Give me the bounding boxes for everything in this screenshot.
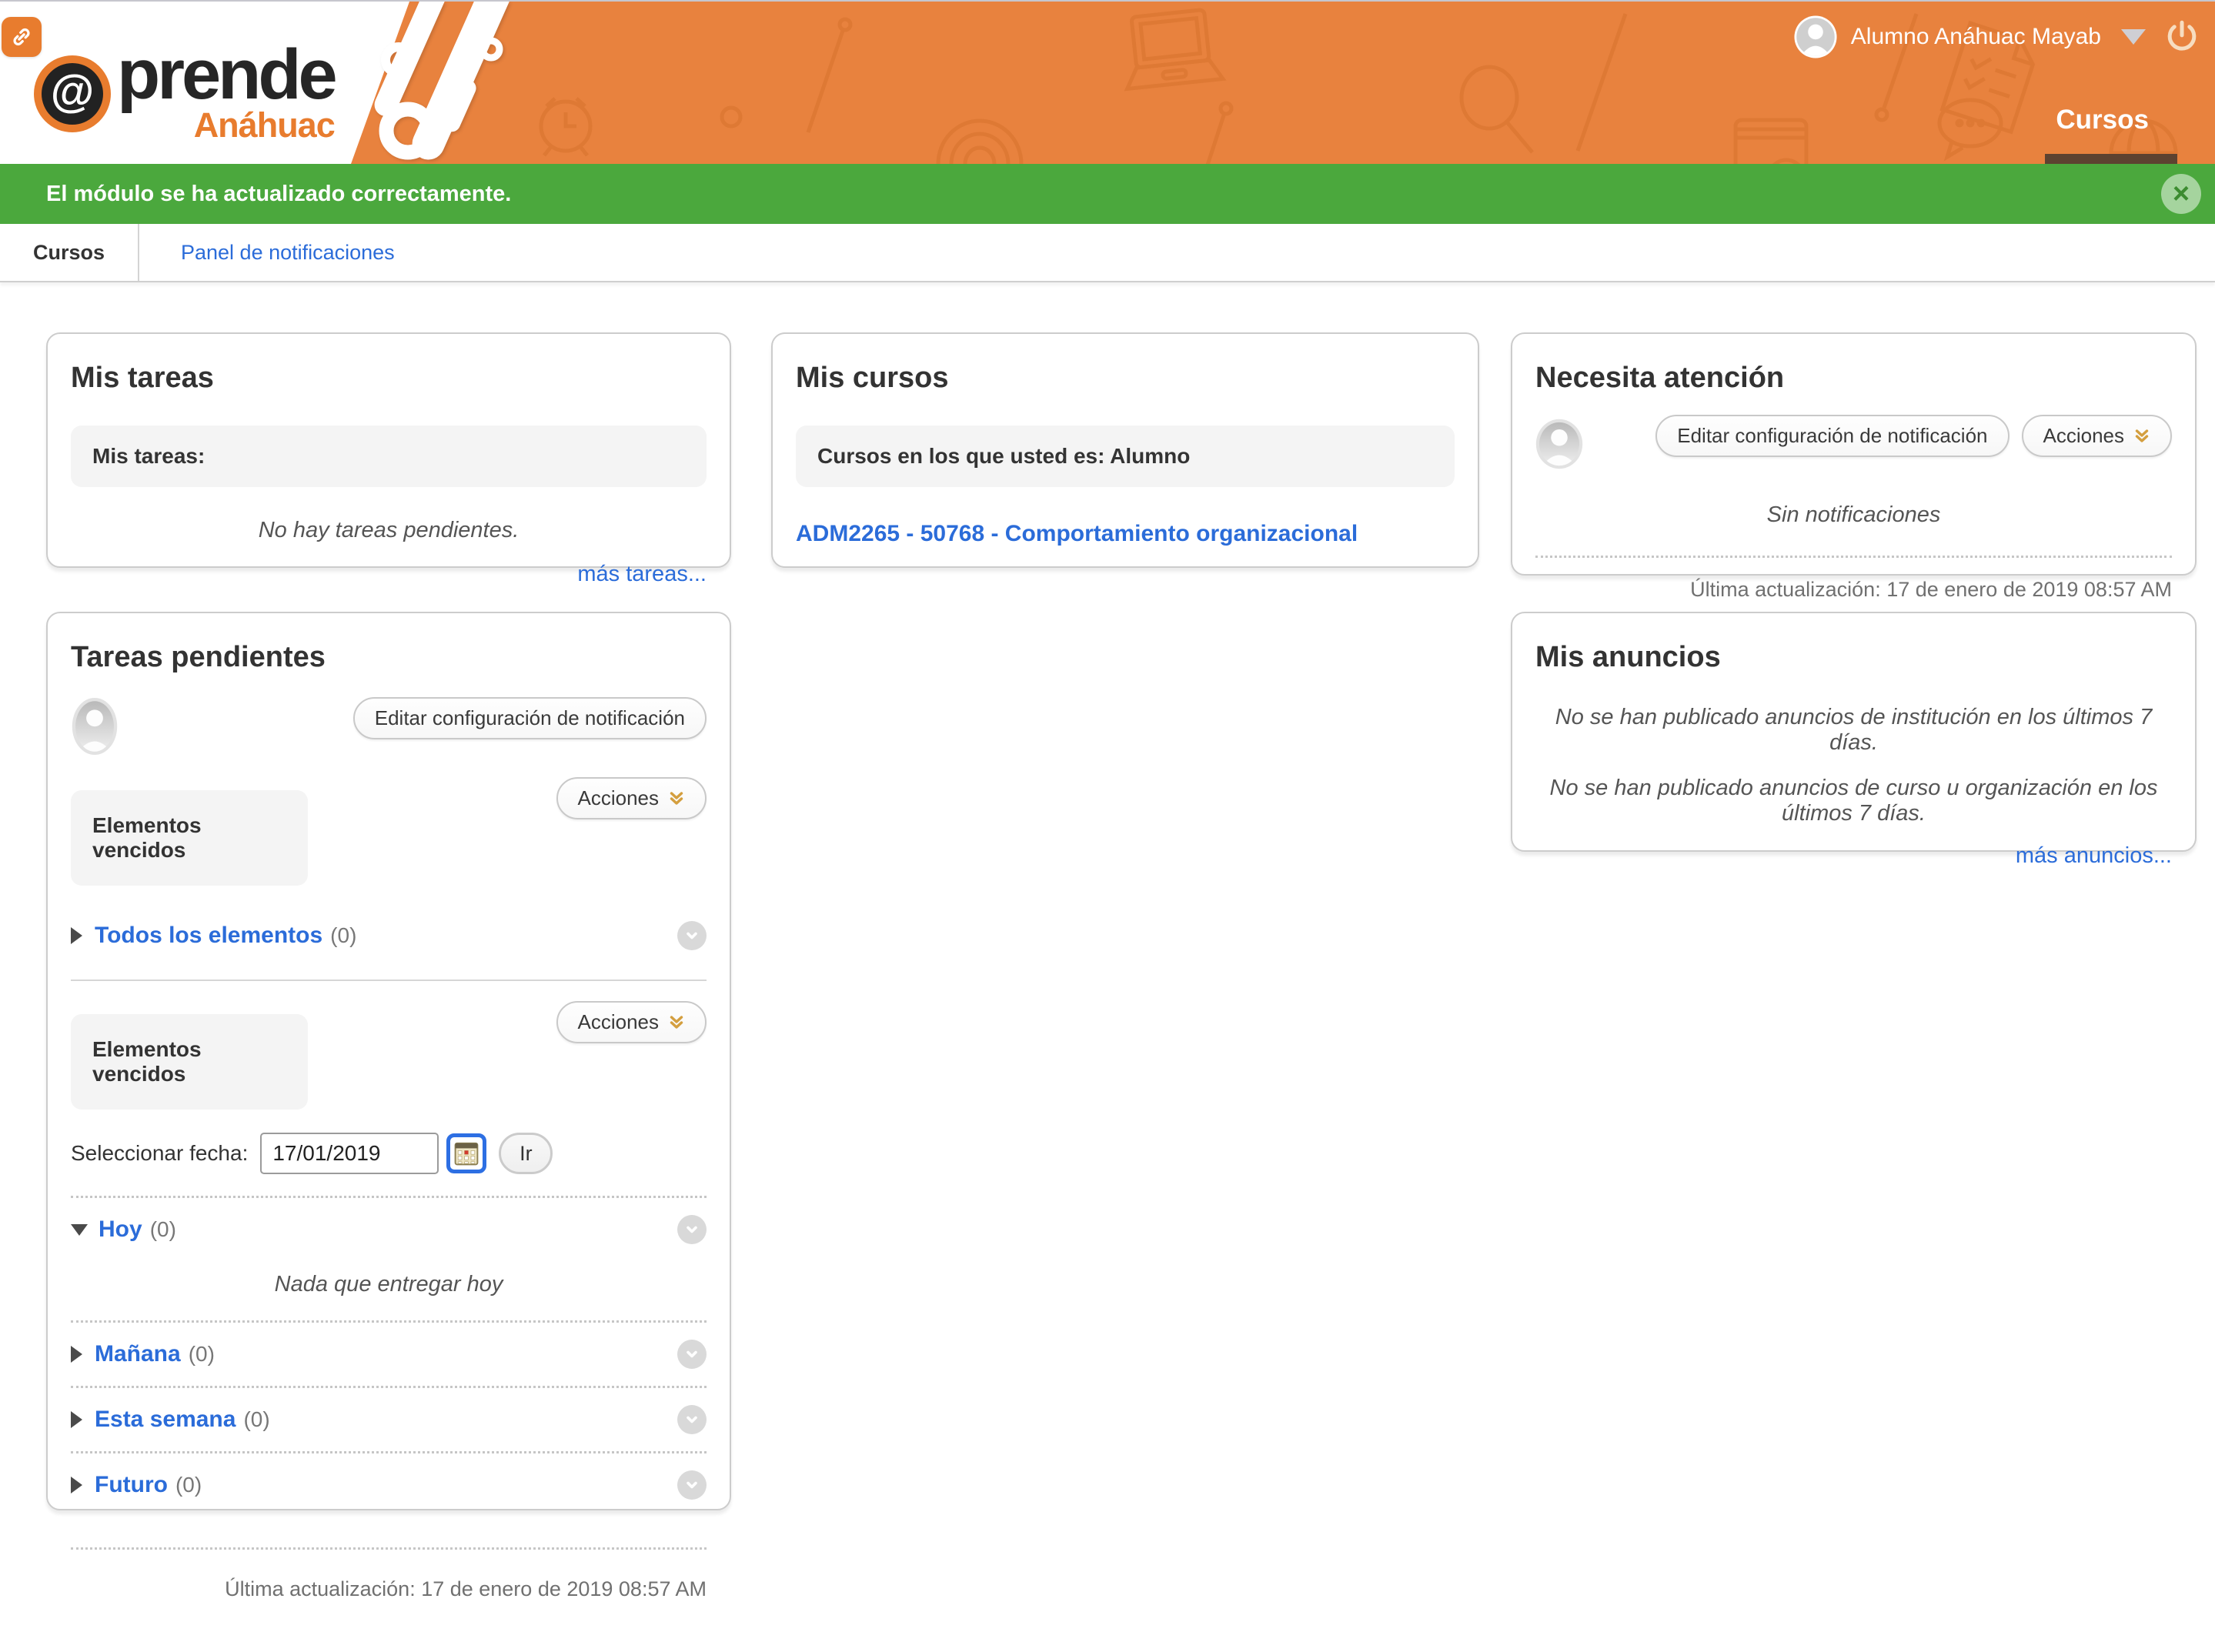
esta-semana-count: (0) [243,1407,270,1431]
futuro-row[interactable]: Futuro (0) [71,1453,707,1517]
mas-tareas-link[interactable]: más tareas... [71,562,707,587]
page-title-mis-anuncios: Mis anuncios [1535,641,1721,673]
card-tareas-pendientes: Tareas pendientes Editar configuración d… [46,612,731,1600]
last-updated: Última actualización: 17 de enero de 201… [1690,578,2172,601]
todos-los-elementos-label: Todos los elementos [95,923,323,948]
double-chevron-down-icon [670,1015,683,1029]
nav-active-underline [2045,154,2177,164]
avatar [72,697,118,756]
chevron-circle-icon[interactable] [677,921,707,950]
close-icon[interactable]: × [2161,174,2201,214]
acciones-button[interactable]: Acciones [2021,415,2172,457]
mas-anuncios-link[interactable]: más anuncios... [1535,843,2172,869]
power-icon[interactable] [2163,18,2201,57]
necesita-empty-text: Sin notificaciones [1766,502,1941,527]
card-mis-tareas: Mis tareas Mis tareas: No hay tareas pen… [46,332,731,586]
anuncios-line1: No se han publicado anuncios de instituc… [1555,705,2153,755]
chevron-circle-icon[interactable] [677,1470,707,1500]
edit-notification-settings-button[interactable]: Editar configuración de notificación [352,697,707,739]
tab-cursos[interactable]: Cursos [0,224,139,281]
page-title-tareas-pendientes: Tareas pendientes [71,641,326,673]
todos-los-elementos-count: (0) [330,923,357,947]
logo-sub-text: Anáhuac [193,105,336,145]
avatar [1535,419,1583,469]
hoy-label: Hoy [99,1216,142,1242]
page-title-mis-tareas: Mis tareas [71,362,214,394]
section-header-elementos-vencidos-1: Elementos vencidos [71,790,308,886]
hoy-empty-text: Nada que entregar hoy [274,1272,503,1297]
card-mis-cursos: Mis cursos Cursos en los que usted es: A… [771,332,1479,568]
expand-arrow-icon [71,1346,82,1363]
divider [71,980,707,981]
chevron-down-icon [2121,29,2146,45]
user-name: Alumno Anáhuac Mayab [1850,24,2101,49]
chevron-circle-icon[interactable] [677,1405,707,1434]
last-updated: Última actualización: 17 de enero de 201… [225,1577,707,1600]
hoy-row[interactable]: Hoy (0) [71,1198,707,1261]
futuro-label: Futuro [95,1472,168,1497]
calendar-icon[interactable] [446,1133,487,1173]
logo-at-glyph: @ [42,62,103,125]
acciones-label: Acciones [577,786,660,809]
acciones-button-1[interactable]: Acciones [556,777,707,819]
esta-semana-label: Esta semana [95,1407,236,1432]
user-menu[interactable]: Alumno Anáhuac Mayab [1794,15,2146,58]
page-title-necesita-atencion: Necesita atención [1535,362,1785,394]
avatar [1794,15,1837,58]
banner-message: El módulo se ha actualizado correctament… [46,181,512,206]
futuro-count: (0) [175,1473,202,1497]
mis-tareas-subheader: Mis tareas: [71,426,707,487]
edit-notification-settings-button[interactable]: Editar configuración de notificación [1655,415,2010,457]
manana-count: (0) [188,1342,215,1366]
logo-main-text: prende [117,35,338,114]
expand-arrow-icon [71,1477,82,1493]
card-necesita-atencion: Necesita atención Editar configuración d… [1511,332,2197,601]
app-logo: @ prende Anáhuac [34,35,338,145]
tab-panel-notificaciones[interactable]: Panel de notificaciones [139,224,436,281]
acciones-button-2[interactable]: Acciones [556,1001,707,1043]
app-header: @ prende Anáhuac Alumno Anáhuac Mayab Cu… [0,0,2215,164]
expand-arrow-icon [71,927,82,944]
edit-notification-settings-label: Editar configuración de notificación [374,706,685,729]
collapse-arrow-icon [71,1223,88,1236]
date-label: Seleccionar fecha: [71,1141,249,1165]
hoy-count: (0) [149,1217,176,1241]
expand-arrow-icon [71,1411,82,1428]
edit-notification-settings-label: Editar configuración de notificación [1677,424,1988,447]
chevron-circle-icon[interactable] [677,1215,707,1244]
double-chevron-down-icon [2135,429,2149,442]
link-icon[interactable] [2,17,42,57]
course-link[interactable]: ADM2265 - 50768 - Comportamiento organiz… [796,521,1455,547]
mis-cursos-subheader: Cursos en los que usted es: Alumno [796,426,1455,487]
logo-text: prende Anáhuac [117,35,338,145]
anuncios-line2: No se han publicado anuncios de curso u … [1549,776,2158,826]
divider [71,1547,707,1550]
manana-label: Mañana [95,1341,181,1367]
chevron-circle-icon[interactable] [677,1340,707,1369]
page-title-mis-cursos: Mis cursos [796,362,949,394]
manana-row[interactable]: Mañana (0) [71,1323,707,1386]
header-nav-cursos[interactable]: Cursos [2056,105,2149,135]
esta-semana-row[interactable]: Esta semana (0) [71,1388,707,1451]
logo-at-icon: @ [34,55,111,132]
section-header-elementos-vencidos-2: Elementos vencidos [71,1014,308,1110]
acciones-label: Acciones [577,1010,660,1033]
double-chevron-down-icon [670,791,683,805]
todos-los-elementos-row[interactable]: Todos los elementos (0) [71,904,707,967]
date-input[interactable] [260,1133,439,1174]
divider [1535,556,2172,558]
acciones-label: Acciones [2043,424,2125,447]
go-button[interactable]: Ir [499,1133,553,1174]
tab-bar: Cursos Panel de notificaciones [0,224,2215,282]
card-mis-anuncios: Mis anuncios No se han publicado anuncio… [1511,612,2197,868]
success-banner: El módulo se ha actualizado correctament… [0,164,2215,224]
mis-tareas-empty-text: No hay tareas pendientes. [258,518,520,542]
